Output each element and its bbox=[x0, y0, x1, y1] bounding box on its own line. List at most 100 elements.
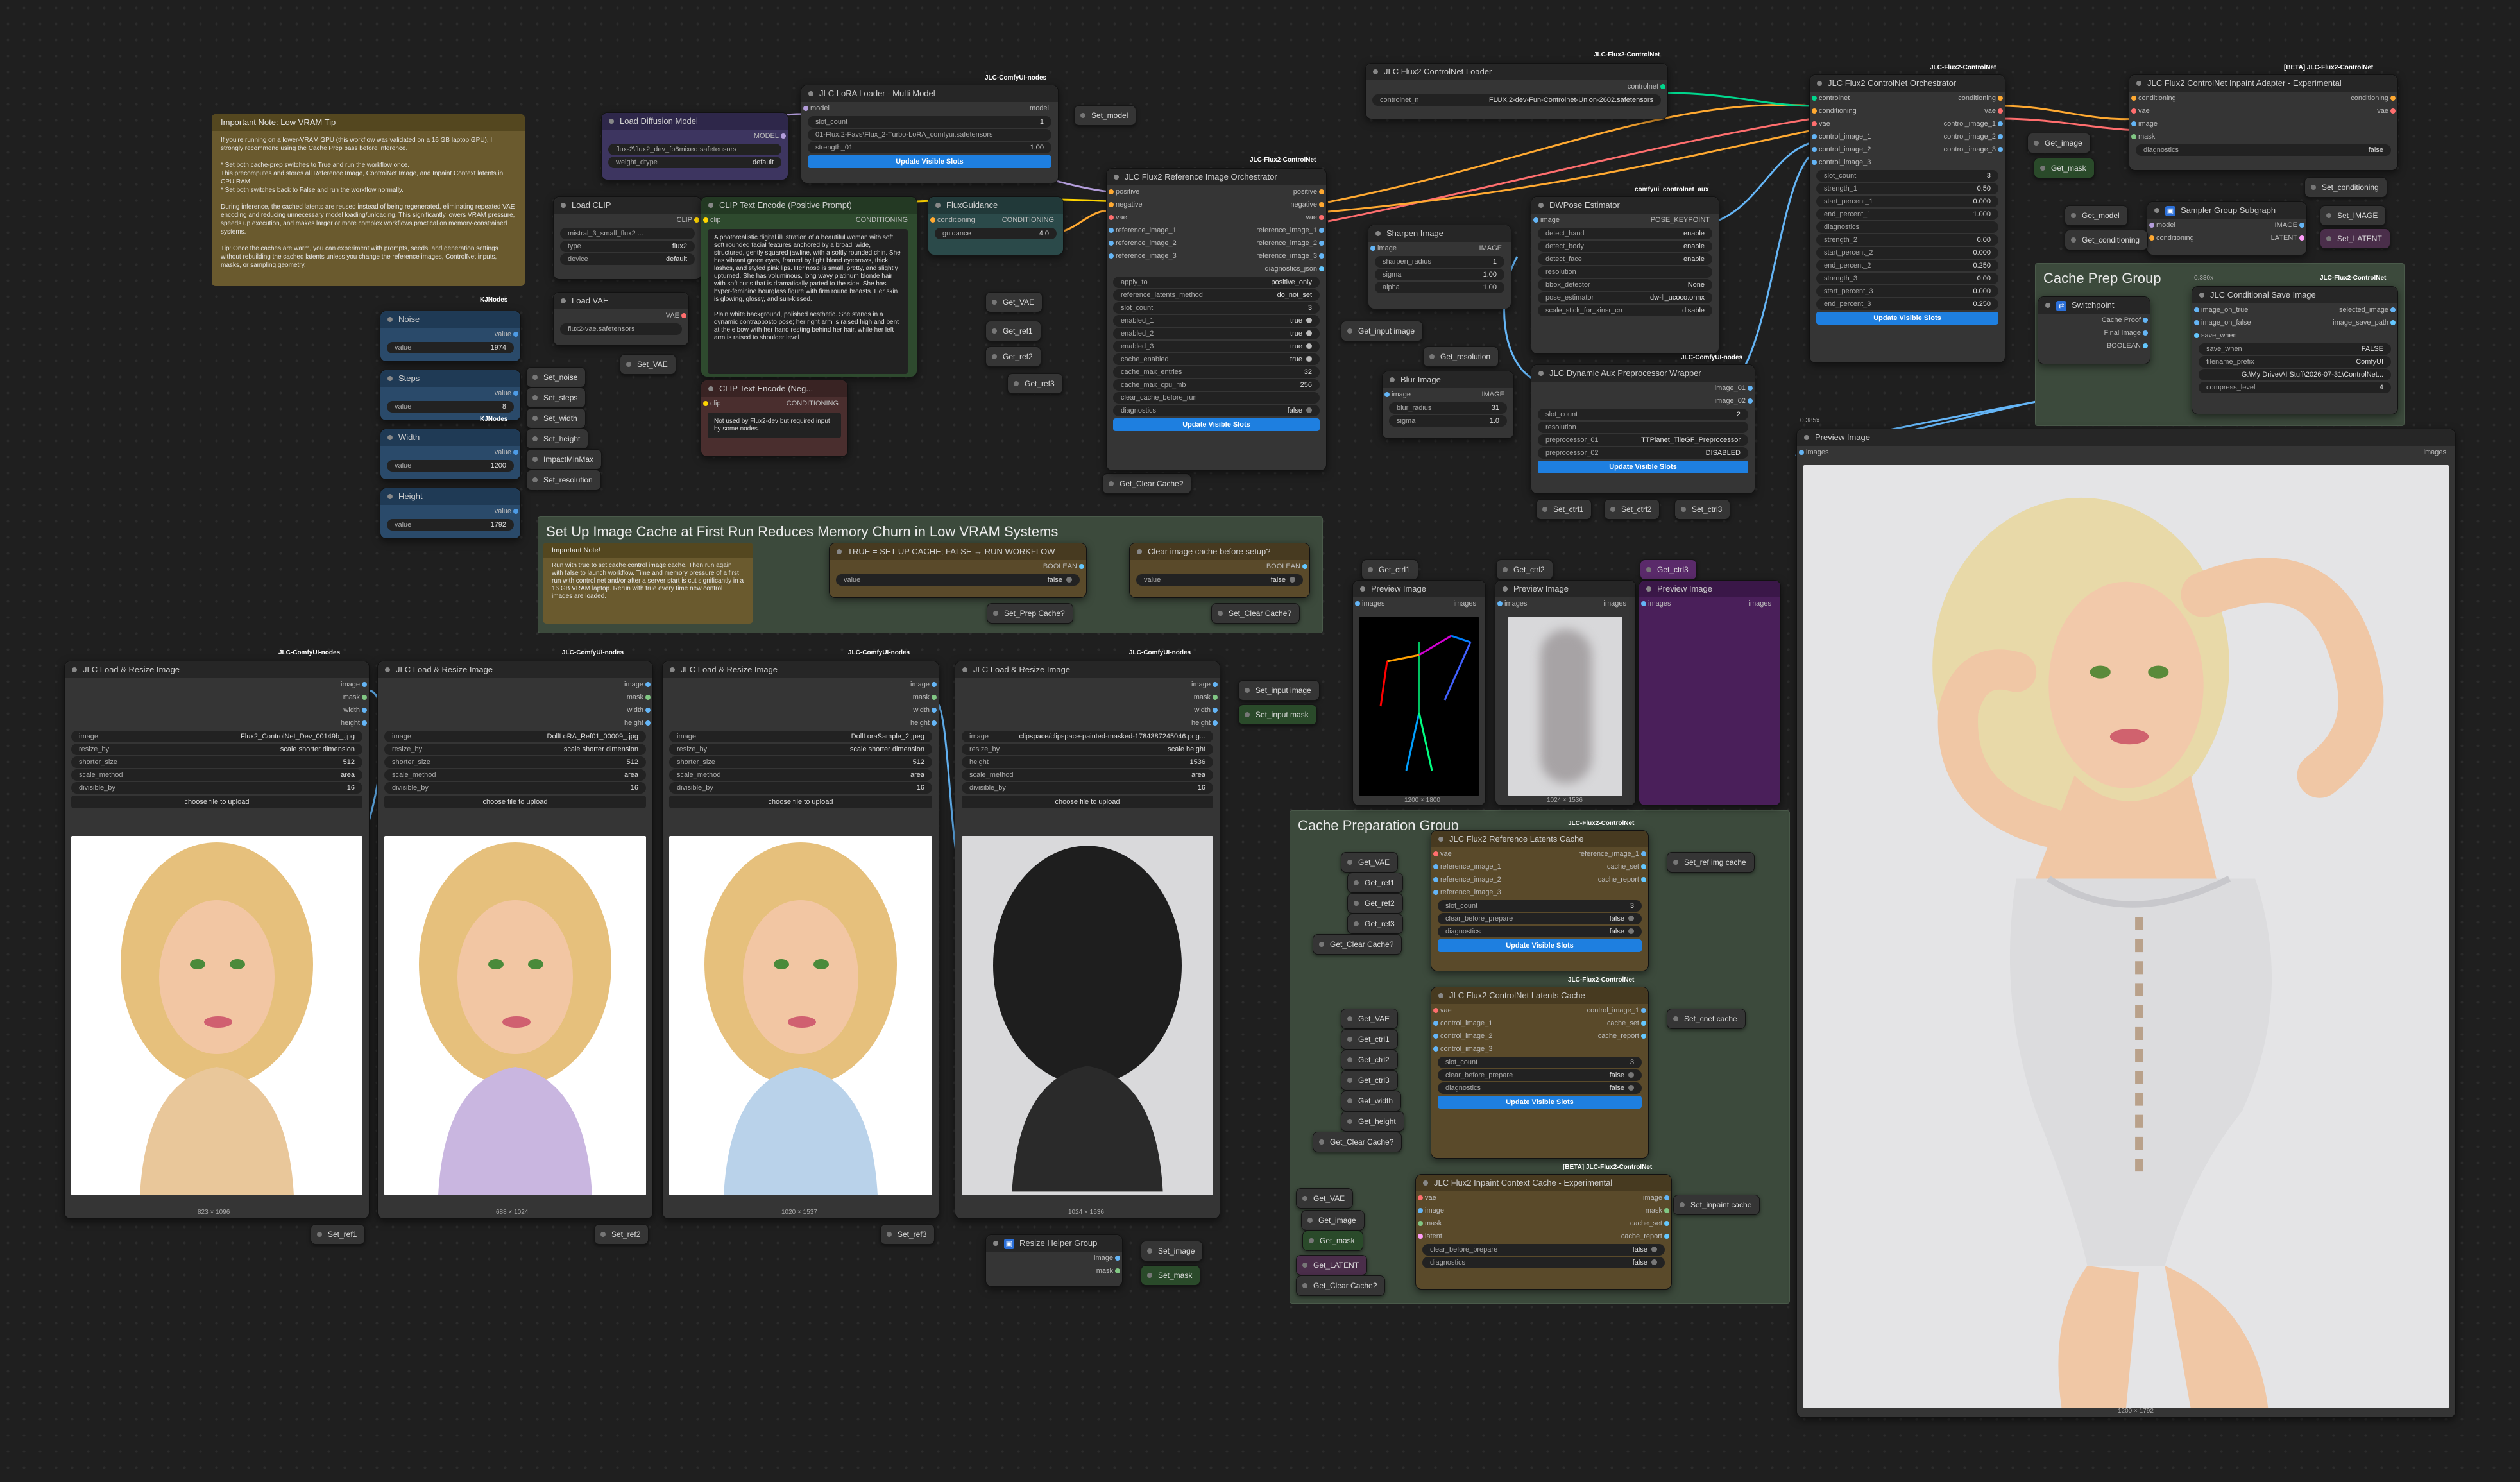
sharpen-radius-widget[interactable]: sharpen_radius 1 bbox=[1375, 256, 1504, 268]
output-dot[interactable] bbox=[513, 450, 518, 455]
chip-set-resolution[interactable]: Set_resolution bbox=[526, 470, 601, 490]
detect-body-widget[interactable]: detect_body enable bbox=[1538, 241, 1712, 252]
node-setup-cache-boolean[interactable]: TRUE = SET UP CACHE; FALSE → RUN WORKFLO… bbox=[829, 543, 1087, 598]
strength-2-widget[interactable]: strength_2 0.00 bbox=[1816, 234, 1998, 246]
diagnostics-widget[interactable]: diagnostics false bbox=[2136, 144, 2391, 156]
chip-set-latent[interactable]: Set_LATENT bbox=[2320, 228, 2390, 249]
clip-name-combo[interactable]: mistral_3_small_flux2 ... bbox=[560, 228, 695, 239]
diagnostics-widget[interactable]: diagnostics false bbox=[1422, 1257, 1665, 1268]
input-dot[interactable] bbox=[1641, 601, 1646, 606]
node-reference-latents-cache[interactable]: JLC Flux2 Reference Latents Cache vae ref… bbox=[1431, 830, 1649, 971]
output-dot[interactable] bbox=[513, 509, 518, 514]
input-dot[interactable] bbox=[1812, 160, 1817, 165]
input-dot[interactable] bbox=[1109, 202, 1114, 207]
input-dot[interactable] bbox=[2149, 223, 2154, 228]
chip-set-image[interactable]: Set_IMAGE bbox=[2320, 205, 2387, 226]
slot-count-widget[interactable]: slot_count 3 bbox=[1816, 170, 1998, 182]
node-inpaint-adapter[interactable]: JLC Flux2 ControlNet Inpaint Adapter - E… bbox=[2129, 74, 2398, 171]
node-dynamic-aux-wrapper[interactable]: JLC Dynamic Aux Preprocessor Wrapper ima… bbox=[1531, 364, 1755, 494]
input-dot[interactable] bbox=[2149, 235, 2154, 241]
input-dot[interactable] bbox=[1433, 1046, 1438, 1052]
output-dot[interactable] bbox=[645, 708, 651, 713]
node-load-diffusion-model[interactable]: Load Diffusion Model MODEL flux-2\flux2_… bbox=[601, 112, 788, 180]
end-percent-2-widget[interactable]: end_percent_2 0.250 bbox=[1816, 260, 1998, 271]
input-dot[interactable] bbox=[1109, 228, 1114, 233]
divisible-by-widget[interactable]: divisible_by 16 bbox=[962, 782, 1213, 794]
divisible-by-widget[interactable]: divisible_by 16 bbox=[71, 782, 362, 794]
save-when-widget[interactable]: save_when FALSE bbox=[2199, 343, 2391, 355]
scale-method-widget[interactable]: scale_method area bbox=[384, 769, 646, 781]
resize-by-widget[interactable]: resize_by scale shorter dimension bbox=[384, 744, 646, 755]
image-widget[interactable]: image DollLoRA_Ref01_00009_.jpg bbox=[384, 731, 646, 742]
chip-get-mask[interactable]: Get_mask bbox=[1302, 1231, 1363, 1251]
input-dot[interactable] bbox=[1418, 1195, 1423, 1200]
node-noise[interactable]: Noise value value 1974 bbox=[380, 311, 521, 362]
input-dot[interactable] bbox=[930, 217, 935, 223]
chip-get-vae[interactable]: Get_VAE bbox=[985, 292, 1043, 312]
input-dot[interactable] bbox=[1370, 246, 1375, 251]
chip-get-ref2[interactable]: Get_ref2 bbox=[985, 346, 1041, 367]
sigma-widget[interactable]: sigma 1.0 bbox=[1389, 415, 1507, 427]
chip-get-height[interactable]: Get_height bbox=[1341, 1111, 1404, 1132]
input-dot[interactable] bbox=[1812, 96, 1817, 101]
chip-get-resolution[interactable]: Get_resolution bbox=[1423, 346, 1499, 367]
update-visible-slots-button[interactable]: Update Visible Slots bbox=[1438, 939, 1642, 952]
chip-get-ctrl3[interactable]: Get_ctrl3 bbox=[1640, 559, 1697, 580]
output-dot[interactable] bbox=[1213, 720, 1218, 726]
resize-by-widget[interactable]: resize_by scale shorter dimension bbox=[71, 744, 362, 755]
image-widget[interactable]: image clipspace/clipspace-painted-masked-… bbox=[962, 731, 1213, 742]
chip-set-ref1[interactable]: Set_ref1 bbox=[311, 1224, 366, 1245]
cache-max-cpu-mb-widget[interactable]: cache_max_cpu_mb 256 bbox=[1113, 379, 1320, 391]
output-dot[interactable] bbox=[1319, 241, 1324, 246]
strength-3-widget[interactable]: strength_3 0.00 bbox=[1816, 273, 1998, 284]
divisible-by-widget[interactable]: divisible_by 16 bbox=[669, 782, 932, 794]
output-dot[interactable] bbox=[1664, 1208, 1669, 1213]
input-dot[interactable] bbox=[2194, 320, 2199, 325]
node-clear-cache-boolean[interactable]: Clear image cache before setup? BOOLEAN … bbox=[1129, 543, 1310, 598]
slot-count-widget[interactable]: slot_count 3 bbox=[1438, 900, 1642, 912]
node-resize-helper-group[interactable]: ▣ Resize Helper Group image mask bbox=[985, 1234, 1123, 1287]
chip-get-clear-cache[interactable]: Get_Clear Cache? bbox=[1102, 473, 1192, 494]
output-dot[interactable] bbox=[1213, 708, 1218, 713]
input-dot[interactable] bbox=[1418, 1234, 1423, 1239]
diagnostics-widget[interactable]: diagnostics bbox=[1816, 221, 1998, 233]
update-visible-slots-button[interactable]: Update Visible Slots bbox=[1816, 312, 1998, 325]
node-preview-ctrl1[interactable]: Preview Image images images 1200 × 1800 bbox=[1352, 580, 1486, 806]
scale-method-widget[interactable]: scale_method area bbox=[962, 769, 1213, 781]
input-dot[interactable] bbox=[1109, 253, 1114, 259]
node-load-vae[interactable]: Load VAE VAE flux2-vae.safetensors bbox=[553, 292, 689, 346]
pose-estimator-widget[interactable]: pose_estimator dw-ll_ucoco.onnx bbox=[1538, 292, 1712, 303]
resize-by-widget[interactable]: resize_by scale height bbox=[962, 744, 1213, 755]
output-dot[interactable] bbox=[513, 391, 518, 396]
output-dot[interactable] bbox=[362, 720, 367, 726]
input-dot[interactable] bbox=[1418, 1208, 1423, 1213]
chip-set-inpaint-cache[interactable]: Set_inpaint cache bbox=[1673, 1195, 1760, 1215]
slot-count-widget[interactable]: slot_count 3 bbox=[1438, 1057, 1642, 1068]
output-dot[interactable] bbox=[1319, 189, 1324, 194]
output-dot[interactable] bbox=[2143, 343, 2148, 348]
node-height[interactable]: Height value value 1792 bbox=[380, 488, 521, 539]
chip-set-ctrl1[interactable]: Set_ctrl1 bbox=[1536, 499, 1592, 520]
note-low-vram-tip[interactable]: Important Note: Low VRAM Tip If you're r… bbox=[212, 114, 525, 286]
input-dot[interactable] bbox=[1433, 1034, 1438, 1039]
chip-get-clear-cache[interactable]: Get_Clear Cache? bbox=[1313, 1132, 1402, 1152]
chip-set-prep-cache[interactable]: Set_Prep Cache? bbox=[987, 603, 1073, 624]
output-dot[interactable] bbox=[1998, 121, 2003, 126]
chip-get-ctrl1[interactable]: Get_ctrl1 bbox=[1341, 1029, 1398, 1050]
node-reference-orchestrator[interactable]: JLC Flux2 Reference Image Orchestrator p… bbox=[1106, 168, 1327, 471]
bbox-detector-widget[interactable]: bbox_detector None bbox=[1538, 279, 1712, 291]
chip-set-width[interactable]: Set_width bbox=[526, 408, 586, 429]
choose-file-button[interactable]: choose file to upload bbox=[384, 796, 646, 808]
chip-set-cnet-cache[interactable]: Set_cnet cache bbox=[1667, 1009, 1746, 1029]
output-dot[interactable] bbox=[1641, 1021, 1646, 1026]
input-dot[interactable] bbox=[1812, 108, 1817, 114]
output-dot[interactable] bbox=[1319, 266, 1324, 271]
node-load-resize-image[interactable]: JLC Load & Resize Image image mask width hei… bbox=[64, 661, 370, 1219]
compress-level-widget[interactable]: compress_level 4 bbox=[2199, 382, 2391, 393]
output-dot[interactable] bbox=[645, 720, 651, 726]
chip-get-ctrl2[interactable]: Get_ctrl2 bbox=[1496, 559, 1553, 580]
chip-get-ctrl2[interactable]: Get_ctrl2 bbox=[1341, 1050, 1398, 1070]
input-dot[interactable] bbox=[703, 217, 708, 223]
output-dot[interactable] bbox=[932, 708, 937, 713]
output-dot[interactable] bbox=[1664, 1234, 1669, 1239]
